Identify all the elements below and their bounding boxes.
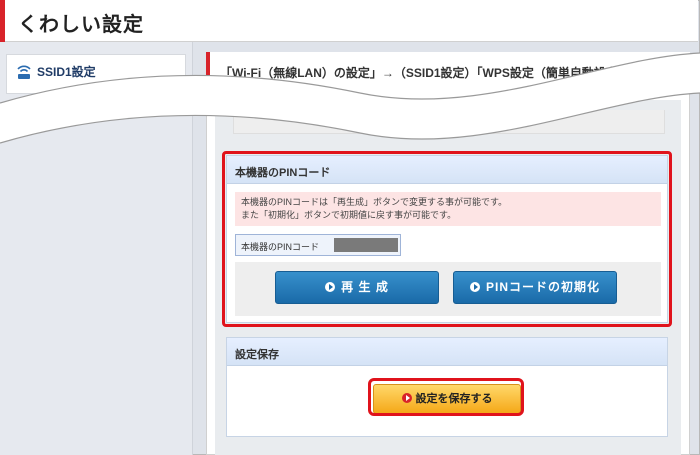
header-accent-bar: [0, 0, 5, 42]
save-section-heading: 設定保存: [227, 338, 667, 366]
highlight-save-button: [368, 378, 524, 416]
page-title: くわしい設定: [18, 14, 144, 36]
page-break-wave: [0, 52, 700, 144]
page-header: くわしい設定: [0, 0, 698, 42]
highlight-pin-section: [222, 151, 672, 327]
